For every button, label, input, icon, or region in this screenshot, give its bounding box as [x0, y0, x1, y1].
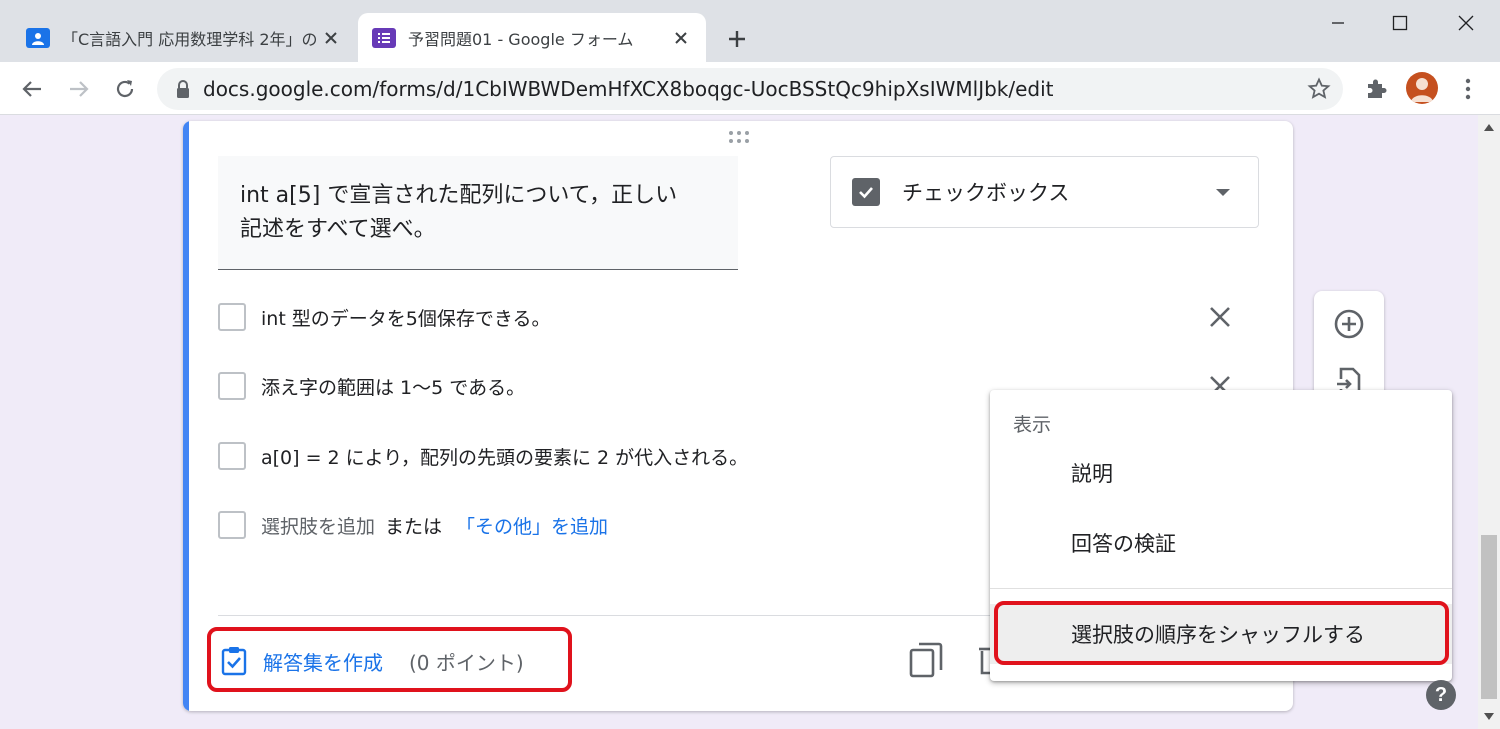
drag-handle-icon[interactable]: [728, 129, 750, 143]
arrow-left-icon: [22, 81, 41, 97]
add-option-row: 選択肢を追加 または 「その他」を追加: [218, 510, 608, 540]
address-bar[interactable]: docs.google.com/forms/d/1CbIWBWDemHfXCX8…: [157, 68, 1343, 110]
classroom-icon: [26, 27, 50, 48]
browser-toolbar: docs.google.com/forms/d/1CbIWBWDemHfXCX8…: [0, 62, 1500, 115]
maximize-button[interactable]: [1370, 8, 1430, 38]
option-row[interactable]: 添え字の範囲は 1〜5 である。: [218, 371, 525, 401]
shuffle-highlight: [994, 601, 1449, 665]
question-text-line-1: int a[5] で宣言された配列について，正しい: [240, 183, 678, 208]
menu-item-description[interactable]: 説明: [990, 443, 1452, 503]
menu-item-response-validation[interactable]: 回答の検証: [990, 513, 1452, 573]
close-icon[interactable]: [670, 27, 692, 49]
extensions-icon[interactable]: [1364, 77, 1388, 101]
reload-icon: [116, 80, 134, 98]
card-accent: [183, 121, 189, 711]
window-close-button[interactable]: [1436, 8, 1496, 38]
kebab-menu-icon[interactable]: [1456, 77, 1480, 101]
tab-classroom[interactable]: 「C言語入門 応用数理学科 2年」の: [12, 13, 356, 62]
question-title-field[interactable]: int a[5] で宣言された配列について，正しい 記述をすべて選べ。: [218, 156, 738, 270]
checkbox-icon: [218, 442, 246, 470]
menu-divider: [990, 588, 1452, 589]
option-text[interactable]: int 型のデータを5個保存できる。: [261, 304, 551, 331]
scroll-down-icon: [1484, 713, 1494, 720]
option-row[interactable]: int 型のデータを5個保存できる。: [218, 302, 551, 332]
option-row[interactable]: a[0] = 2 により，配列の先頭の要素に 2 が代入される。: [218, 441, 748, 471]
lock-icon: [175, 79, 191, 99]
page-scrollbar[interactable]: [1478, 115, 1500, 729]
duplicate-button[interactable]: [908, 641, 944, 679]
option-text[interactable]: 添え字の範囲は 1〜5 である。: [261, 373, 525, 400]
answer-key-highlight: [207, 627, 572, 692]
scroll-thumb[interactable]: [1481, 535, 1497, 699]
scroll-up-icon: [1484, 124, 1494, 131]
tab-title: 予習問題01 - Google フォーム: [408, 29, 634, 49]
new-tab-button[interactable]: [722, 24, 752, 54]
tab-strip: 「C言語入門 応用数理学科 2年」の 予習問題01 - Google フォーム: [0, 0, 1500, 62]
close-icon: [1210, 307, 1230, 327]
add-other-link[interactable]: 「その他」を追加: [456, 512, 608, 539]
forms-icon: [372, 27, 396, 48]
question-type-select[interactable]: チェックボックス: [830, 156, 1259, 228]
add-question-icon[interactable]: [1333, 308, 1365, 340]
minimize-button[interactable]: [1308, 8, 1368, 38]
forward-button[interactable]: [62, 72, 96, 106]
option-text[interactable]: a[0] = 2 により，配列の先頭の要素に 2 が代入される。: [261, 443, 748, 470]
checkbox-checked-icon: [852, 178, 880, 206]
help-button[interactable]: ?: [1426, 680, 1456, 710]
close-icon[interactable]: [320, 27, 342, 49]
bookmark-star-icon[interactable]: [1307, 77, 1331, 101]
tab-forms[interactable]: 予習問題01 - Google フォーム: [358, 13, 706, 62]
tab-title: 「C言語入門 応用数理学科 2年」の: [62, 29, 318, 49]
checkbox-icon: [218, 303, 246, 331]
avatar[interactable]: [1406, 72, 1438, 104]
question-text-line-2: 記述をすべて選べ。: [240, 217, 436, 242]
url-text: docs.google.com/forms/d/1CbIWBWDemHfXCX8…: [203, 77, 1054, 101]
question-type-label: チェックボックス: [902, 181, 1070, 205]
remove-option-button[interactable]: [1205, 302, 1235, 332]
arrow-right-icon: [70, 81, 89, 97]
menu-header: 表示: [1013, 414, 1052, 436]
add-option-or: または: [385, 515, 443, 538]
checkbox-icon: [218, 372, 246, 400]
back-button[interactable]: [15, 72, 49, 106]
delete-icon[interactable]: [978, 643, 990, 677]
copy-icon: [909, 642, 943, 678]
checkbox-icon: [218, 511, 246, 539]
add-option-input[interactable]: 選択肢を追加: [261, 512, 375, 539]
caret-down-icon: [1216, 188, 1230, 196]
reload-button[interactable]: [108, 72, 142, 106]
